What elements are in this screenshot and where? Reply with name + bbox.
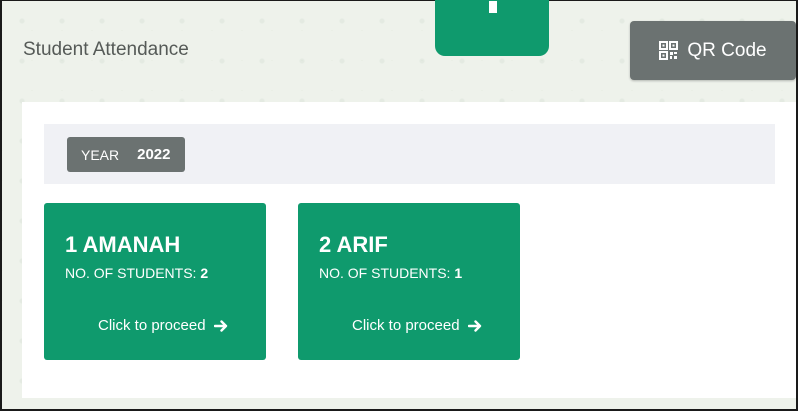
tab-marker	[489, 1, 497, 13]
qr-code-button[interactable]: QR Code	[630, 21, 796, 80]
student-count-value: 1	[454, 265, 463, 281]
student-count: NO. OF STUDENTS: 2	[65, 265, 208, 281]
qr-code-button-label: QR Code	[687, 39, 767, 61]
app-frame: Student Attendance QR Code YEAR 2022 1 A…	[0, 0, 798, 411]
proceed-label: Click to proceed	[352, 317, 460, 334]
class-name: 2 ARIF	[319, 232, 388, 257]
class-name: 1 AMANAH	[65, 232, 181, 257]
arrow-right-icon	[213, 319, 227, 332]
content-panel: YEAR 2022 1 AMANAH NO. OF STUDENTS: 2 Cl…	[22, 102, 796, 398]
student-count: NO. OF STUDENTS: 1	[319, 265, 462, 281]
proceed-label: Click to proceed	[98, 317, 206, 334]
student-count-label: NO. OF STUDENTS:	[65, 265, 197, 281]
proceed-link[interactable]: Click to proceed	[352, 317, 482, 334]
year-label: YEAR	[81, 146, 120, 163]
student-count-value: 2	[200, 265, 209, 281]
year-badge[interactable]: YEAR 2022	[67, 137, 185, 172]
year-value: 2022	[137, 146, 171, 163]
arrow-right-icon	[467, 319, 481, 332]
qr-code-icon	[659, 41, 679, 60]
class-card-2-arif[interactable]: 2 ARIF NO. OF STUDENTS: 1 Click to proce…	[298, 203, 520, 360]
proceed-link[interactable]: Click to proceed	[98, 317, 228, 334]
top-tab-indicator	[435, 0, 549, 56]
class-card-1-amanah[interactable]: 1 AMANAH NO. OF STUDENTS: 2 Click to pro…	[44, 203, 266, 360]
page-title: Student Attendance	[23, 39, 189, 60]
year-filter-bar: YEAR 2022	[44, 124, 775, 184]
student-count-label: NO. OF STUDENTS:	[319, 265, 451, 281]
